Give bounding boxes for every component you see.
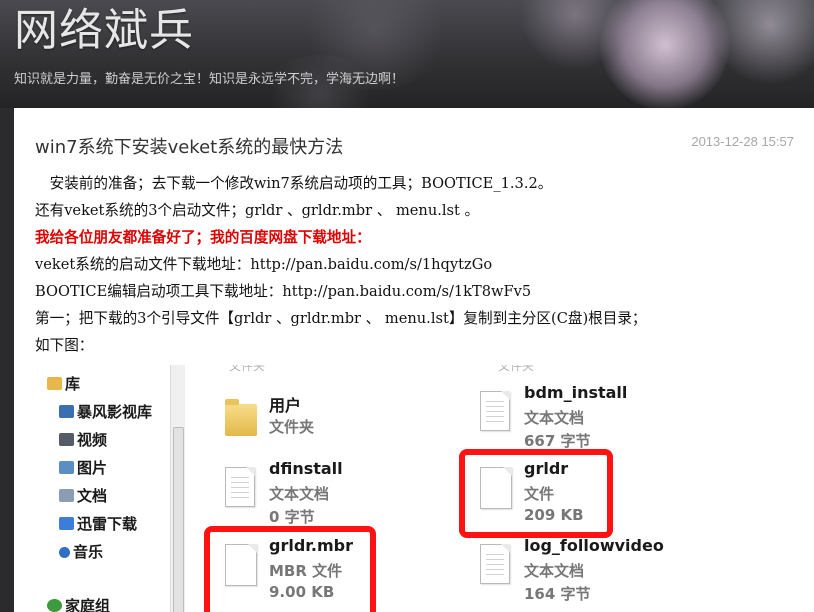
file-size: 164 字节 [524, 585, 591, 603]
file-item-bdm-install[interactable]: bdm_install 文本文档 667 字节 [480, 383, 675, 453]
blank-file-icon [480, 467, 512, 509]
header-bokeh [520, 0, 630, 70]
file-name: 用户 [269, 396, 302, 415]
post-paragraph: 第一；把下载的3个引导文件【grldr 、grldr.mbr 、 menu.ls… [35, 310, 647, 327]
nav-item-homegroup[interactable]: 家庭组 [47, 595, 110, 612]
file-size: 9.00 KB [269, 583, 335, 601]
post-paragraph: 还有veket系统的3个启动文件；grldr 、grldr.mbr 、 menu… [35, 202, 480, 219]
blog-post: win7系统下安装veket系统的最快方法 2013-12-28 15:57 安… [14, 108, 814, 612]
file-item-grldr-mbr[interactable]: grldr.mbr MBR 文件 9.00 KB [225, 536, 455, 606]
post-paragraph: 安装前的准备；去下载一个修改win7系统启动项的工具；BOOTICE_1.3.2… [35, 175, 553, 192]
file-name: log_followvideo [524, 536, 664, 555]
site-title[interactable]: 网络斌兵 [14, 0, 194, 58]
file-item-users[interactable]: 用户 文件夹 [225, 392, 455, 462]
file-size: 0 字节 [269, 508, 315, 526]
post-body: 安装前的准备；去下载一个修改win7系统启动项的工具；BOOTICE_1.3.2… [35, 170, 805, 359]
folder-icon [225, 399, 257, 436]
explorer-nav-pane: 库 暴风影视库 视频 图片 文档 迅雷下载 音乐 家庭组 [35, 365, 185, 612]
nav-item-xunlei[interactable]: 迅雷下载 [59, 513, 137, 534]
file-item-log-followvideo[interactable]: log_followvideo 文本文档 164 字节 [480, 536, 675, 606]
text-document-icon [480, 544, 510, 584]
nav-item-label: 库 [65, 375, 81, 393]
post-link-paragraph[interactable]: BOOTICE编辑启动项工具下载地址：http://pan.baidu.com/… [35, 278, 805, 305]
nav-scrollbar[interactable] [170, 365, 185, 612]
nav-item-label: 音乐 [73, 543, 104, 561]
site-subtitle: 知识就是力量，勤奋是无价之宝！知识是永远学不完，学海无边啊！ [14, 72, 405, 87]
nav-item-baofeng[interactable]: 暴风影视库 [59, 401, 152, 422]
post-highlight-paragraph: 我给各位朋友都准备好了；我的百度网盘下载地址： [35, 229, 371, 246]
header-bokeh [600, 0, 730, 108]
file-name: dfinstall [269, 459, 343, 478]
nav-item-label: 迅雷下载 [77, 515, 138, 533]
document-icon [59, 489, 74, 502]
file-size: 209 KB [524, 506, 584, 524]
post-paragraph: 如下图： [35, 337, 94, 354]
nav-item-label: 文档 [77, 487, 108, 505]
site-header: 网络斌兵 知识就是力量，勤奋是无价之宝！知识是永远学不完，学海无边啊！ [0, 0, 814, 108]
post-date: 2013-12-28 15:57 [691, 134, 794, 149]
file-name: grldr [524, 459, 569, 478]
xunlei-download-icon [59, 517, 74, 530]
video-library-icon [59, 405, 74, 418]
video-icon [59, 433, 74, 446]
nav-item-video[interactable]: 视频 [59, 429, 107, 450]
file-type: 文件夹 [269, 418, 315, 436]
nav-item-label: 视频 [77, 431, 108, 449]
library-icon [47, 377, 62, 390]
nav-item-pictures[interactable]: 图片 [59, 457, 107, 478]
explorer-file-area: 文件夹 文件夹 用户 文件夹 bdm_install 文本文档 667 字节 d… [185, 365, 675, 612]
music-icon [59, 547, 70, 558]
cut-off-label: 文件夹 [229, 365, 266, 373]
nav-item-documents[interactable]: 文档 [59, 485, 107, 506]
text-document-icon [225, 467, 255, 507]
file-size: 667 字节 [524, 432, 591, 450]
post-link-paragraph[interactable]: veket系统的启动文件下载地址：http://pan.baidu.com/s/… [35, 251, 805, 278]
file-item-dfinstall[interactable]: dfinstall 文本文档 0 字节 [225, 459, 455, 529]
nav-item-label: 图片 [77, 459, 108, 477]
file-type: 文本文档 [524, 409, 585, 427]
cut-off-label: 文件夹 [498, 365, 535, 373]
file-item-grldr[interactable]: grldr 文件 209 KB [480, 459, 675, 529]
file-name: grldr.mbr [269, 536, 353, 555]
nav-item-label: 暴风影视库 [77, 403, 153, 421]
nav-item-label: 家庭组 [65, 597, 111, 612]
file-name: bdm_install [524, 383, 628, 402]
file-type: 文本文档 [269, 485, 330, 503]
nav-scrollbar-thumb[interactable] [173, 427, 184, 612]
text-document-icon [480, 391, 510, 431]
post-title[interactable]: win7系统下安装veket系统的最快方法 [35, 133, 343, 159]
explorer-screenshot: 库 暴风影视库 视频 图片 文档 迅雷下载 音乐 家庭组 文件夹 文件夹 用户 … [35, 365, 675, 612]
nav-item-library[interactable]: 库 [47, 373, 80, 394]
nav-item-music[interactable]: 音乐 [59, 541, 103, 562]
blank-file-icon [225, 544, 257, 586]
file-type: MBR 文件 [269, 562, 343, 580]
file-type: 文本文档 [524, 562, 585, 580]
header-bokeh [710, 0, 814, 85]
homegroup-icon [47, 599, 62, 612]
picture-icon [59, 461, 74, 474]
file-type: 文件 [524, 485, 555, 503]
